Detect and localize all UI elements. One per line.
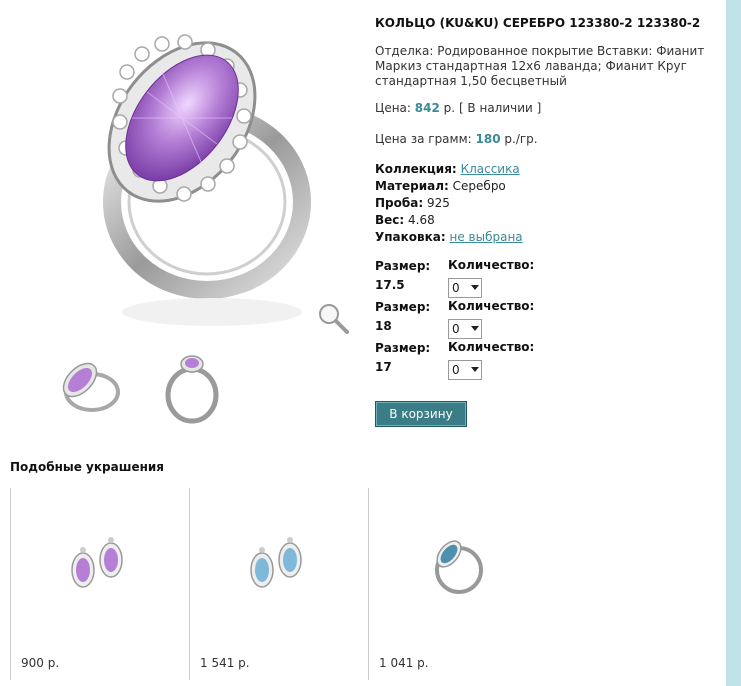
ring-side-thumbnail-icon: [165, 355, 219, 424]
similar-product-price: 900 р.: [21, 656, 60, 670]
gram-price-value: 180: [475, 132, 501, 146]
quantity-label: Количество:: [448, 340, 535, 354]
right-side-strip: [726, 0, 741, 686]
probe-value: 925: [426, 196, 450, 210]
price-line: Цена: 842 р. [ В наличии ]: [375, 101, 541, 115]
chevron-down-icon: [471, 326, 479, 331]
thumbnail-side[interactable]: [155, 350, 230, 425]
chevron-down-icon: [471, 285, 479, 290]
price-unit: р.: [443, 101, 456, 115]
product-properties: Коллекция: Классика Материал: Серебро Пр…: [375, 161, 523, 246]
ring-thumbnail-icon: [62, 362, 120, 412]
probe-label: Проба:: [375, 196, 424, 210]
collection-link[interactable]: Классика: [461, 162, 520, 176]
gram-price-label: Цена за грамм:: [375, 132, 472, 146]
quantity-select[interactable]: 0: [448, 319, 482, 339]
weight-label: Вес:: [375, 213, 405, 227]
lavender-earrings-icon: [71, 537, 123, 588]
size-label: Размер: 17.5: [375, 258, 435, 293]
quantity-label: Количество:: [448, 299, 535, 313]
package-row: Упаковка: не выбрана: [375, 229, 523, 246]
weight-row: Вес: 4.68: [375, 212, 523, 229]
add-to-cart-button[interactable]: В корзину: [375, 401, 467, 427]
product-description: Отделка: Родированное покрытие Вставки: …: [375, 44, 705, 88]
quantity-value: 0: [452, 281, 460, 295]
blue-ring-icon: [435, 540, 483, 594]
product-main-image[interactable]: [22, 12, 362, 342]
size-value: 17.5: [375, 278, 405, 292]
zoom-magnifier-icon[interactable]: [315, 300, 351, 336]
collection-row: Коллекция: Классика: [375, 161, 523, 178]
size-label-text: Размер:: [375, 259, 431, 273]
availability-badge: [ В наличии ]: [458, 101, 542, 115]
size-label: Размер: 18: [375, 299, 435, 334]
gram-price-line: Цена за грамм: 180 р./гр.: [375, 132, 538, 146]
collection-label: Коллекция:: [375, 162, 457, 176]
material-row: Материал: Серебро: [375, 178, 523, 195]
price-value: 842: [414, 101, 440, 115]
product-title: КОЛЬЦО (KU&KU) СЕРЕБРО 123380-2 123380-2: [375, 16, 701, 30]
material-label: Материал:: [375, 179, 449, 193]
weight-value: 4.68: [408, 213, 435, 227]
size-label: Размер: 17: [375, 340, 435, 375]
quantity-label: Количество:: [448, 258, 535, 272]
size-label-text: Размер:: [375, 300, 431, 314]
material-value: Серебро: [452, 179, 506, 193]
ring-image: [103, 34, 311, 326]
similar-product-card[interactable]: 1 041 р.: [368, 488, 547, 680]
quantity-select[interactable]: 0: [448, 278, 482, 298]
similar-product-card[interactable]: 900 р.: [10, 488, 189, 680]
quantity-value: 0: [452, 363, 460, 377]
probe-row: Проба: 925: [375, 195, 523, 212]
blue-earrings-icon: [250, 537, 302, 588]
price-label: Цена:: [375, 101, 411, 115]
similar-product-price: 1 541 р.: [200, 656, 250, 670]
similar-product-price: 1 041 р.: [379, 656, 429, 670]
package-link[interactable]: не выбрана: [450, 230, 523, 244]
quantity-select[interactable]: 0: [448, 360, 482, 380]
size-value: 17: [375, 360, 392, 374]
size-label-text: Размер:: [375, 341, 431, 355]
thumbnail-front[interactable]: [50, 350, 125, 425]
similar-products-title: Подобные украшения: [10, 460, 165, 474]
similar-product-card[interactable]: 1 541 р.: [189, 488, 368, 680]
package-label: Упаковка:: [375, 230, 446, 244]
size-value: 18: [375, 319, 392, 333]
chevron-down-icon: [471, 367, 479, 372]
gram-price-unit: р./гр.: [504, 132, 538, 146]
quantity-value: 0: [452, 322, 460, 336]
